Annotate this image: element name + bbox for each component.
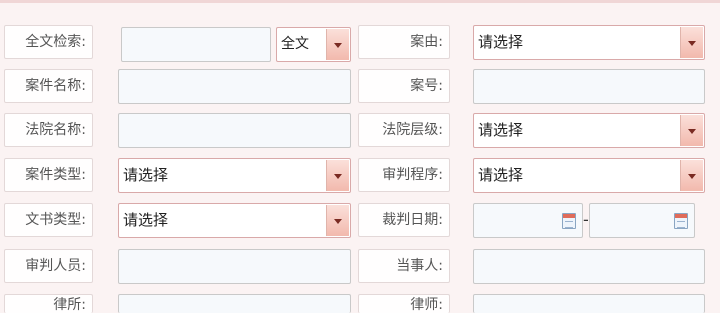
calendar-icon[interactable] bbox=[562, 212, 576, 229]
chevron-down-icon[interactable] bbox=[326, 205, 349, 236]
case-no-label: 案号: bbox=[358, 69, 450, 103]
doc-type-label: 文书类型: bbox=[4, 203, 93, 237]
law-firm-input[interactable] bbox=[118, 294, 351, 313]
judge-date-label: 裁判日期: bbox=[358, 203, 450, 237]
court-level-value: 请选择 bbox=[478, 121, 524, 139]
calendar-icon[interactable] bbox=[674, 212, 688, 229]
case-type-value: 请选择 bbox=[123, 166, 169, 184]
doc-type-select[interactable]: 请选择 bbox=[118, 203, 351, 238]
lawyer-label: 律师: bbox=[358, 294, 450, 313]
case-type-select[interactable]: 请选择 bbox=[118, 158, 351, 193]
chevron-down-icon[interactable] bbox=[326, 160, 349, 191]
cause-value: 请选择 bbox=[478, 33, 524, 51]
lawyer-input[interactable] bbox=[473, 294, 705, 313]
chevron-down-icon[interactable] bbox=[326, 29, 349, 60]
chevron-down-icon[interactable] bbox=[680, 160, 703, 191]
court-level-label: 法院层级: bbox=[358, 113, 450, 147]
court-name-input[interactable] bbox=[118, 113, 351, 148]
party-label: 当事人: bbox=[358, 249, 450, 283]
procedure-value: 请选择 bbox=[478, 166, 524, 184]
judge-date-start-input[interactable] bbox=[473, 203, 583, 238]
party-input[interactable] bbox=[473, 249, 705, 284]
cause-label: 案由: bbox=[358, 25, 450, 59]
chevron-down-icon[interactable] bbox=[680, 27, 703, 58]
date-separator: - bbox=[583, 210, 589, 229]
fulltext-scope-value: 全文 bbox=[281, 36, 309, 52]
procedure-label: 审判程序: bbox=[358, 158, 450, 192]
court-level-select[interactable]: 请选择 bbox=[473, 113, 705, 148]
law-firm-label: 律所: bbox=[4, 294, 93, 313]
case-no-input[interactable] bbox=[473, 69, 705, 104]
cause-select[interactable]: 请选择 bbox=[473, 25, 705, 60]
case-name-label: 案件名称: bbox=[4, 69, 93, 103]
court-name-label: 法院名称: bbox=[4, 113, 93, 147]
procedure-select[interactable]: 请选择 bbox=[473, 158, 705, 193]
doc-type-value: 请选择 bbox=[123, 211, 169, 229]
fulltext-label: 全文检索: bbox=[4, 25, 93, 59]
panel-top-border bbox=[0, 0, 720, 3]
judge-date-end-input[interactable] bbox=[589, 203, 695, 238]
judge-label: 审判人员: bbox=[4, 249, 93, 283]
case-type-label: 案件类型: bbox=[4, 158, 93, 192]
fulltext-scope-select[interactable]: 全文 bbox=[276, 27, 351, 62]
chevron-down-icon[interactable] bbox=[680, 115, 703, 146]
judge-input[interactable] bbox=[118, 249, 351, 284]
search-form-panel: 全文检索: 全文 案由: 请选择 案件名称: 案号: 法院名称: 法院层级: 请… bbox=[0, 0, 720, 313]
fulltext-input[interactable] bbox=[121, 27, 271, 62]
case-name-input[interactable] bbox=[118, 69, 351, 104]
